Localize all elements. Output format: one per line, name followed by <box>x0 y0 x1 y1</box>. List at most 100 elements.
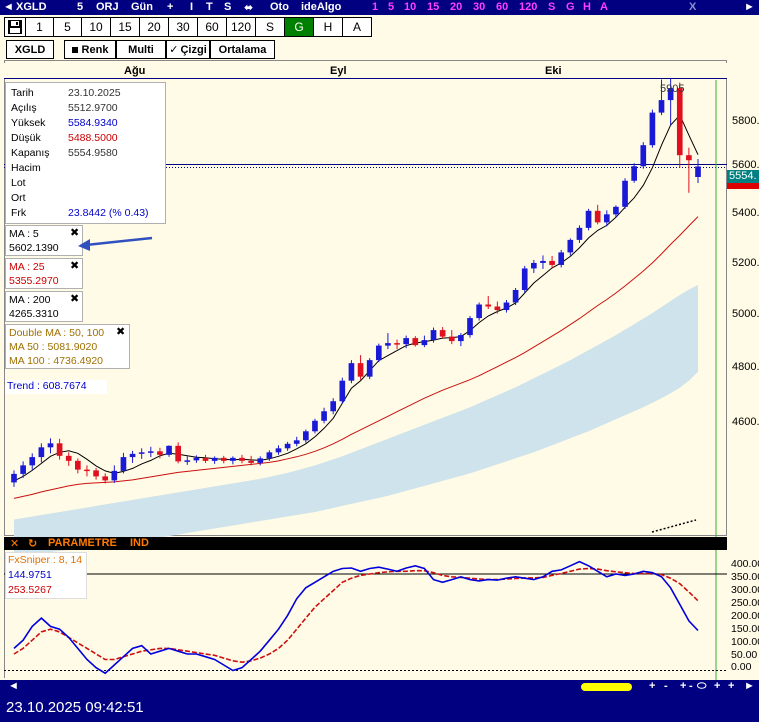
ma100-value: MA 100 : 4736.4920 <box>9 355 103 367</box>
tf-shortcut-5[interactable]: 5 <box>388 1 394 13</box>
ma200-label: MA : 200 <box>9 294 51 306</box>
trend-legend: Trend : 608.7674 <box>5 380 107 394</box>
tf-button-1[interactable]: 1 <box>26 17 54 37</box>
tab-cizgi-label: Çizgi <box>180 43 207 56</box>
info-label-kapanis: Kapanış <box>11 147 50 159</box>
tf-button-10[interactable]: 10 <box>82 17 111 37</box>
zoom-out-icon[interactable]: - <box>664 680 668 692</box>
tf-shortcut-s[interactable]: S <box>548 1 555 13</box>
oto-button[interactable]: Oto <box>270 1 289 13</box>
tf-shortcut-120[interactable]: 120 <box>519 1 537 13</box>
tf-shortcut-g[interactable]: G <box>566 1 575 13</box>
tf-shortcut-h[interactable]: H <box>583 1 591 13</box>
top-bar: ◄ XGLD 5 ORJ Gün + I T S ⬌ Oto ideAlgo 1… <box>0 0 759 15</box>
close-icon[interactable]: X <box>689 1 696 13</box>
osc-tick-200: 200.00 <box>731 610 759 622</box>
status-bar: 23.10.2025 09:42:51 <box>0 694 759 722</box>
close-indicator-icon[interactable]: ✕ <box>10 537 19 550</box>
info-value-frk: 23.8442 (% 0.43) <box>68 207 149 219</box>
parametre-label[interactable]: PARAMETRE <box>48 537 117 549</box>
tf-shortcut-1[interactable]: 1 <box>372 1 378 13</box>
tf-button-20[interactable]: 20 <box>140 17 169 37</box>
indicator-panel[interactable] <box>4 550 727 678</box>
save-button[interactable] <box>4 17 26 37</box>
fxsniper-legend: FxSniper : 8, 14 144.9751 253.5267 <box>5 552 87 599</box>
ma25-legend[interactable]: MA : 25 5355.2970 ✖ <box>5 258 83 289</box>
tf-button-5[interactable]: 5 <box>54 17 82 37</box>
osc-tick-50: 50.00 <box>731 649 758 661</box>
ind-label[interactable]: IND <box>130 537 149 549</box>
tf-button-15[interactable]: 15 <box>111 17 140 37</box>
info-label-hacim: Hacim <box>11 162 41 174</box>
date-label-sep: Eyl <box>330 65 347 77</box>
zoom-in-icon[interactable]: + <box>649 680 655 692</box>
plus-icon[interactable]: + <box>714 680 720 692</box>
tab-multi[interactable]: Multi <box>116 40 166 59</box>
tf-button-30[interactable]: 30 <box>169 17 198 37</box>
tf-button-s[interactable]: S <box>256 17 285 37</box>
osc-tick-150: 150.00 <box>731 623 759 635</box>
info-label-frk: Frk <box>11 207 27 219</box>
close-icon[interactable]: ✖ <box>70 292 79 305</box>
ma200-value: 4265.3310 <box>9 308 59 320</box>
tf-button-h[interactable]: H <box>314 17 343 37</box>
tf-shortcut-15[interactable]: 15 <box>427 1 439 13</box>
plus-icon-2[interactable]: + <box>728 680 734 692</box>
tf-button-a[interactable]: A <box>343 17 372 37</box>
fxsniper-label: FxSniper : 8, 14 <box>8 554 83 566</box>
close-icon[interactable]: ✖ <box>70 259 79 272</box>
ma200-legend[interactable]: MA : 200 4265.3310 ✖ <box>5 291 83 322</box>
zoom-in-icon-2[interactable]: + <box>680 680 686 692</box>
back-arrow-icon[interactable]: ◄ <box>3 1 14 13</box>
price-tick-5800: 5800.00 <box>732 115 759 127</box>
price-tick-5200: 5200.00 <box>732 257 759 269</box>
scroll-left-icon[interactable]: ◄ <box>8 680 19 692</box>
plus-button[interactable]: + <box>167 1 173 13</box>
osc-tick-400: 400.00 <box>731 558 759 570</box>
scroll-right-icon[interactable]: ► <box>744 680 755 692</box>
tf-shortcut-30[interactable]: 30 <box>473 1 485 13</box>
orj-label[interactable]: ORJ <box>96 1 119 13</box>
info-label-tarih: Tarih <box>11 87 34 99</box>
chart-scrollbar[interactable]: ◄ + - + - ⬭ + + ► <box>0 680 759 694</box>
current-price-marker <box>727 183 759 189</box>
info-value-tarih: 23.10.2025 <box>68 87 121 99</box>
tab-cizgi[interactable]: ✓ Çizgi <box>166 40 210 59</box>
period-label[interactable]: 5 <box>77 1 83 13</box>
scroll-thumb[interactable] <box>581 683 632 691</box>
info-label-yuksek: Yüksek <box>11 117 46 129</box>
tf-button-g[interactable]: G <box>285 17 314 37</box>
floppy-disk-icon <box>8 20 22 34</box>
double-ma-label: Double MA : 50, 100 <box>9 327 105 339</box>
tab-symbol[interactable]: XGLD <box>6 40 54 59</box>
ma5-value: 5602.1390 <box>9 242 59 254</box>
t-button[interactable]: T <box>206 1 213 13</box>
double-ma-legend[interactable]: Double MA : 50, 100 MA 50 : 5081.9020 MA… <box>5 324 130 369</box>
tf-button-120[interactable]: 120 <box>227 17 256 37</box>
price-tick-5400: 5400.00 <box>732 207 759 219</box>
tf-button-60[interactable]: 60 <box>198 17 227 37</box>
tf-shortcut-10[interactable]: 10 <box>404 1 416 13</box>
peak-price-label: 5905 <box>660 83 685 95</box>
refresh-icon[interactable]: ↻ <box>28 537 37 550</box>
s-button[interactable]: S <box>224 1 231 13</box>
zoom-out-icon-2[interactable]: - <box>689 680 693 692</box>
osc-tick-300: 300.00 <box>731 584 759 596</box>
close-icon[interactable]: ✖ <box>116 325 125 338</box>
tf-shortcut-20[interactable]: 20 <box>450 1 462 13</box>
tf-shortcut-a[interactable]: A <box>600 1 608 13</box>
tab-renk[interactable]: Renk <box>64 40 116 59</box>
arrow-icon[interactable]: ⬌ <box>244 1 253 14</box>
fit-icon[interactable]: ⬭ <box>697 680 706 693</box>
info-label-lot: Lot <box>11 177 26 189</box>
gun-label[interactable]: Gün <box>131 1 153 13</box>
tab-ortalama[interactable]: Ortalama <box>210 40 275 59</box>
symbol-label[interactable]: XGLD <box>16 1 47 13</box>
i-button[interactable]: I <box>190 1 193 13</box>
info-value-yuksek: 5584.9340 <box>68 117 118 129</box>
idealgo-button[interactable]: ideAlgo <box>301 1 341 13</box>
tf-shortcut-60[interactable]: 60 <box>496 1 508 13</box>
current-price-badge: 5554. <box>727 170 759 183</box>
date-label-oct: Eki <box>545 65 562 77</box>
forward-arrow-icon[interactable]: ► <box>744 1 755 13</box>
